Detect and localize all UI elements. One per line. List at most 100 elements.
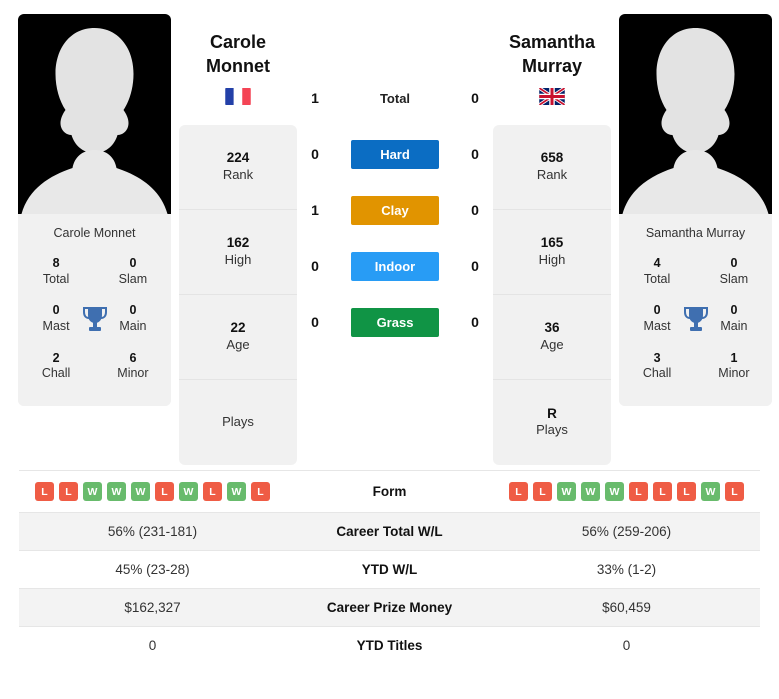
value: 658 bbox=[540, 150, 564, 166]
surface-pill-hard[interactable]: Hard bbox=[351, 139, 439, 169]
form-badge-win: W bbox=[605, 482, 624, 501]
left-titles-total: 8 Total bbox=[34, 256, 78, 287]
right-player-name[interactable]: Samantha Murray bbox=[509, 30, 595, 79]
value: 3 bbox=[653, 350, 661, 365]
h2h-row-grass: 0 Grass 0 bbox=[297, 294, 493, 350]
h2h-right-score: 0 bbox=[471, 90, 479, 106]
left-player-name[interactable]: Carole Monnet bbox=[206, 30, 270, 79]
form-badge-win: W bbox=[179, 482, 198, 501]
right-form-cell: LLWWWLLLWL bbox=[493, 471, 760, 513]
h2h-left-score: 0 bbox=[311, 258, 319, 274]
h2h-left-score: 0 bbox=[311, 314, 319, 330]
h2h-comparison-page: Carole Monnet 8 Total 0 Slam 0 Mast 0 Ma… bbox=[0, 0, 779, 699]
right-player-card: Samantha Murray 4 Total 0 Slam 0 Mast 0 … bbox=[619, 14, 772, 406]
value: 0 bbox=[730, 303, 738, 318]
row-label-ytd-titles: YTD Titles bbox=[356, 638, 423, 653]
right-player-first-name: Samantha bbox=[508, 32, 596, 52]
value: 0 bbox=[129, 256, 137, 270]
value: 0 bbox=[730, 256, 738, 270]
table-row-career-prize-money: $162,327 Career Prize Money $60,459 bbox=[19, 588, 760, 627]
comparison-section: Carole Monnet 8 Total 0 Slam 0 Mast 0 Ma… bbox=[0, 0, 779, 470]
right-titles-chall: 3 Chall bbox=[635, 351, 679, 382]
form-badge-win: W bbox=[581, 482, 600, 501]
label: Rank bbox=[222, 166, 254, 182]
surface-pill-indoor[interactable]: Indoor bbox=[351, 251, 439, 281]
h2h-label-total: Total bbox=[379, 90, 411, 106]
form-badge-win: W bbox=[701, 482, 720, 501]
surface-pill-clay[interactable]: Clay bbox=[351, 195, 439, 225]
form-badge-win: W bbox=[83, 482, 102, 501]
value: 22 bbox=[230, 320, 246, 336]
titles-row-1: 4 Total 0 Slam bbox=[625, 250, 766, 297]
right-trophy-icon-wrap bbox=[679, 305, 712, 333]
right-career-prize-money: $60,459 bbox=[602, 600, 651, 615]
h2h-right-score: 0 bbox=[471, 258, 479, 274]
label: High bbox=[538, 251, 566, 267]
row-label-form: Form bbox=[372, 484, 407, 499]
row-label-career-prize-money: Career Prize Money bbox=[326, 600, 453, 615]
value: 8 bbox=[52, 256, 60, 270]
right-titles-main: 0 Main bbox=[712, 303, 756, 334]
form-badge-loss: L bbox=[35, 482, 54, 501]
form-badge-loss: L bbox=[59, 482, 78, 501]
right-titles-mast: 0 Mast bbox=[635, 303, 679, 334]
left-titles-mast: 0 Mast bbox=[34, 303, 78, 334]
left-plays-cell: Plays bbox=[179, 380, 297, 465]
h2h-right-score: 0 bbox=[471, 314, 479, 330]
left-age-cell: 22 Age bbox=[179, 295, 297, 380]
left-player-last-name: Monnet bbox=[206, 56, 270, 77]
trophy-icon bbox=[683, 306, 708, 331]
form-badge-loss: L bbox=[533, 482, 552, 501]
left-player-titles-grid: 8 Total 0 Slam 0 Mast 0 Main 2 Chall 6 M… bbox=[18, 250, 171, 406]
label: Slam bbox=[118, 271, 148, 286]
person-silhouette-icon bbox=[21, 28, 167, 214]
h2h-right-score: 0 bbox=[471, 146, 479, 162]
head-to-head-column: 1 Total 0 0 Hard 0 1 Clay 0 0 Indoor 0 0 bbox=[297, 14, 493, 350]
form-badge-loss: L bbox=[155, 482, 174, 501]
left-titles-chall: 2 Chall bbox=[34, 351, 78, 382]
label: Mast bbox=[643, 318, 671, 333]
form-badge-loss: L bbox=[725, 482, 744, 501]
left-titles-minor: 6 Minor bbox=[111, 351, 155, 382]
h2h-row-hard: 0 Hard 0 bbox=[297, 126, 493, 182]
label: Age bbox=[540, 336, 564, 352]
right-form-strip: LLWWWLLLWL bbox=[497, 482, 756, 501]
surface-pill-grass[interactable]: Grass bbox=[351, 307, 439, 337]
label: Main bbox=[119, 318, 147, 333]
value: 6 bbox=[129, 350, 137, 365]
value: 0 bbox=[52, 303, 60, 318]
label: Plays bbox=[536, 422, 568, 438]
left-high-cell: 162 High bbox=[179, 210, 297, 295]
label: Slam bbox=[719, 271, 749, 286]
titles-row-3: 3 Chall 1 Minor bbox=[625, 345, 766, 392]
value: R bbox=[547, 405, 557, 421]
label: Chall bbox=[642, 366, 672, 381]
h2h-right-score: 0 bbox=[471, 202, 479, 218]
form-badge-loss: L bbox=[653, 482, 672, 501]
left-player-card: Carole Monnet 8 Total 0 Slam 0 Mast 0 Ma… bbox=[18, 14, 171, 406]
right-career-total-wl: 56% (259-206) bbox=[581, 524, 672, 539]
label: High bbox=[224, 251, 252, 267]
value: 0 bbox=[129, 303, 137, 318]
h2h-row-clay: 1 Clay 0 bbox=[297, 182, 493, 238]
person-silhouette-icon bbox=[622, 28, 768, 214]
label: Mast bbox=[42, 318, 70, 333]
table-row-form: LLWWWLWLWL Form LLWWWLLLWL bbox=[19, 470, 760, 513]
right-titles-slam: 0 Slam bbox=[712, 256, 756, 287]
left-titles-slam: 0 Slam bbox=[111, 256, 155, 287]
right-player-last-name: Murray bbox=[521, 56, 583, 77]
form-badge-loss: L bbox=[677, 482, 696, 501]
label: Minor bbox=[117, 366, 149, 381]
right-high-cell: 165 High bbox=[493, 210, 611, 295]
right-titles-total: 4 Total bbox=[635, 256, 679, 287]
form-badge-win: W bbox=[107, 482, 126, 501]
form-badge-loss: L bbox=[509, 482, 528, 501]
left-career-prize-money: $162,327 bbox=[124, 600, 181, 615]
h2h-left-score: 0 bbox=[311, 146, 319, 162]
form-badge-win: W bbox=[227, 482, 246, 501]
titles-row-1: 8 Total 0 Slam bbox=[24, 250, 165, 297]
right-age-cell: 36 Age bbox=[493, 295, 611, 380]
label: Chall bbox=[41, 366, 71, 381]
h2h-row-indoor: 0 Indoor 0 bbox=[297, 238, 493, 294]
form-badge-loss: L bbox=[251, 482, 270, 501]
